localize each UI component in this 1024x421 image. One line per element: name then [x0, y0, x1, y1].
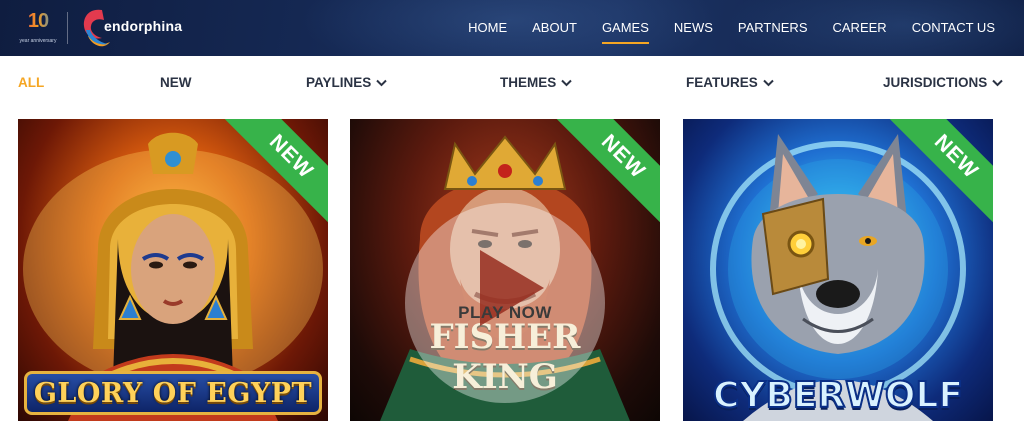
- filter-themes-dropdown[interactable]: THEMES: [500, 75, 572, 90]
- chevron-down-icon: [763, 79, 774, 86]
- game-title: GLORY OF EGYPT: [33, 377, 313, 409]
- chevron-down-icon: [376, 79, 387, 86]
- filter-jurisdictions-label: JURISDICTIONS: [883, 75, 988, 90]
- filter-themes-label: THEMES: [500, 75, 557, 90]
- filter-all[interactable]: ALL: [18, 75, 44, 90]
- game-card-glory-of-egypt[interactable]: NEW GLORY OF EGYPT: [18, 119, 328, 421]
- game-card-fisher-king[interactable]: NEW FISHER KING PLAY NOW: [350, 119, 660, 421]
- filter-all-label: ALL: [18, 75, 45, 90]
- nav-contact-us[interactable]: CONTACT US: [912, 17, 995, 39]
- nav-career[interactable]: CAREER: [833, 17, 887, 39]
- anniversary-caption: year anniversary: [19, 38, 57, 44]
- game-title: CYBERWOLF: [712, 374, 964, 417]
- filter-features-label: FEATURES: [686, 75, 758, 90]
- play-now-label: PLAY NOW: [458, 303, 552, 322]
- chevron-down-icon: [561, 79, 572, 86]
- main-nav: HOME ABOUT GAMES NEWS PARTNERS CAREER CO…: [443, 0, 995, 56]
- nav-news[interactable]: NEWS: [674, 17, 713, 39]
- play-now-overlay[interactable]: PLAY NOW: [405, 203, 605, 403]
- filter-paylines-dropdown[interactable]: PAYLINES: [306, 75, 387, 90]
- site-header: 10 year anniversary endorphina HOME ABOU…: [0, 0, 1024, 56]
- game-card-cyberwolf[interactable]: NEW CYBERWOLF: [683, 119, 993, 421]
- game-title-banner: CYBERWOLF: [689, 373, 987, 417]
- chevron-down-icon: [992, 79, 1003, 86]
- endorphina-logo[interactable]: endorphina: [80, 6, 200, 50]
- nav-games[interactable]: GAMES: [601, 17, 649, 44]
- filter-new-label: NEW: [160, 75, 192, 90]
- filter-jurisdictions-dropdown[interactable]: JURISDICTIONS: [883, 75, 1003, 90]
- filter-features-dropdown[interactable]: FEATURES: [686, 75, 774, 90]
- filter-new[interactable]: NEW: [160, 75, 192, 90]
- game-filter-bar: ALL NEW PAYLINES THEMES FEATURES JURISDI…: [0, 56, 1024, 112]
- brand-name: endorphina: [104, 18, 183, 34]
- anniversary-logo[interactable]: 10 year anniversary: [18, 10, 58, 46]
- nav-home[interactable]: HOME: [468, 17, 507, 39]
- anniversary-number: 10: [18, 10, 58, 33]
- logo-divider: [67, 12, 68, 44]
- game-title-banner: GLORY OF EGYPT: [24, 371, 322, 415]
- nav-partners[interactable]: PARTNERS: [738, 17, 808, 39]
- nav-about[interactable]: ABOUT: [532, 17, 577, 39]
- filter-paylines-label: PAYLINES: [306, 75, 372, 90]
